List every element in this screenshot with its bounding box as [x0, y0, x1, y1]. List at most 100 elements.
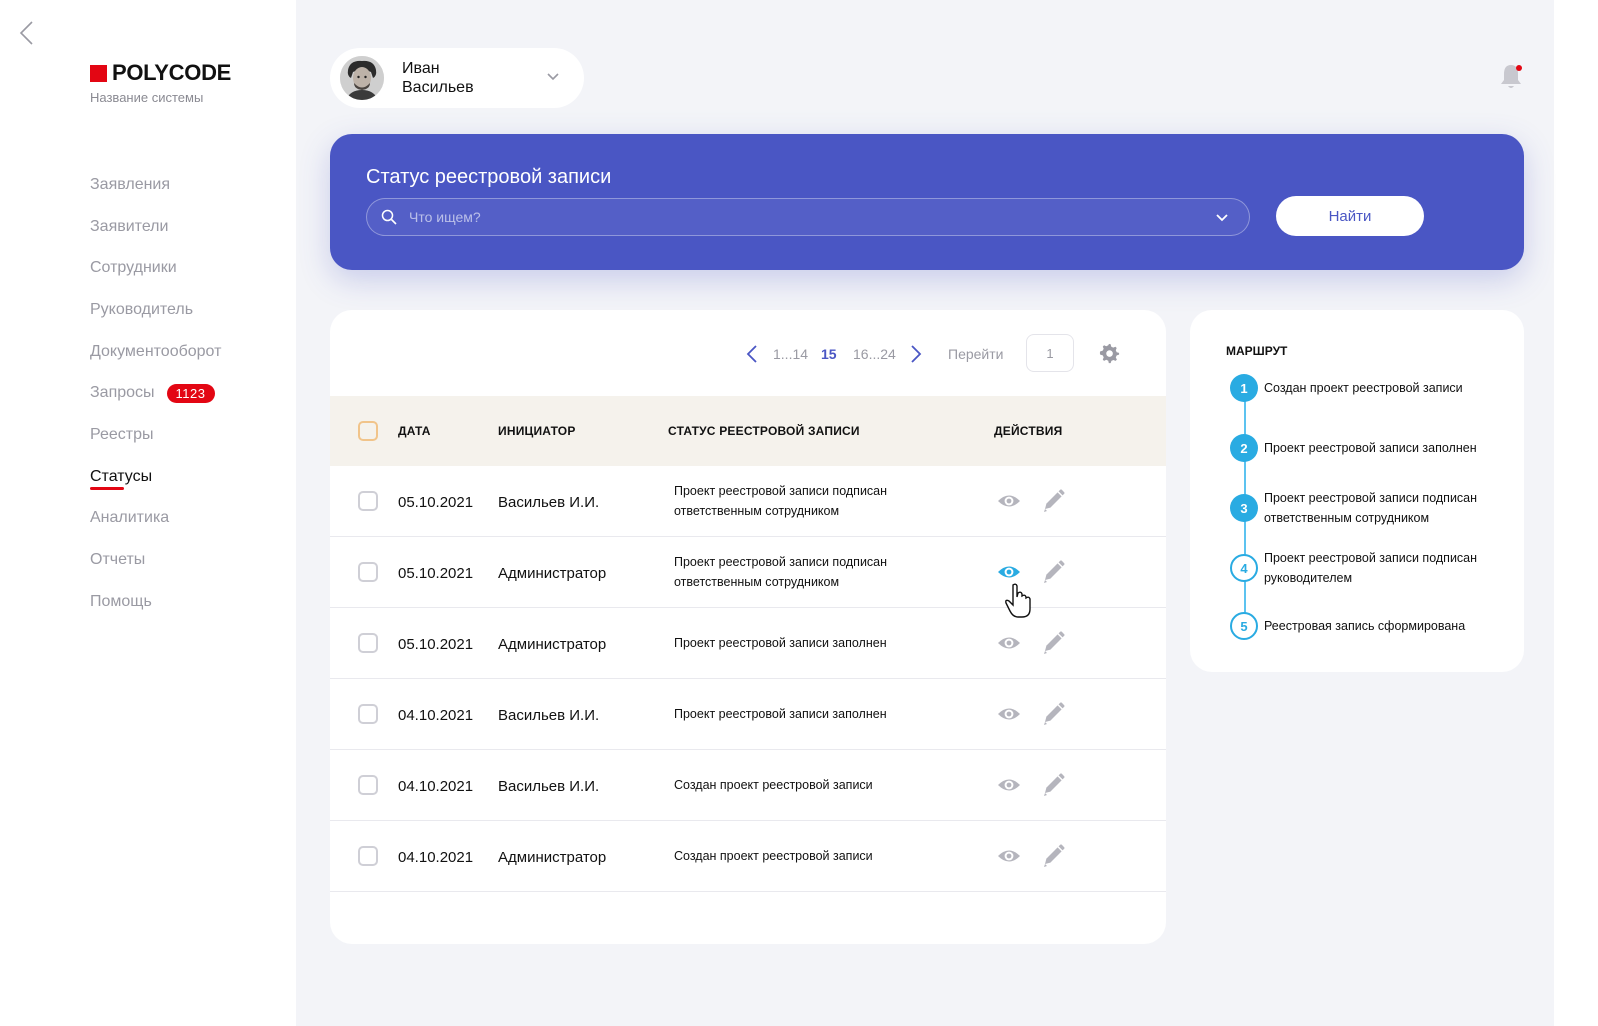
user-first-name: Иван — [402, 60, 440, 77]
pagination: 1...14 15 16...24 Перейти 1 — [330, 334, 1166, 374]
step-number-badge: 5 — [1230, 612, 1258, 640]
step-label: Проект реестровой записи заполнен — [1264, 441, 1477, 455]
step-label: Реестровая запись сформирована — [1264, 619, 1466, 633]
back-arrow-icon[interactable] — [14, 18, 40, 48]
cell-initiator: Администратор — [498, 565, 607, 582]
table-row[interactable]: 04.10.2021 Васильев И.И. Проект реестров… — [330, 679, 1166, 750]
table-row[interactable]: 05.10.2021 Администратор Проект реестров… — [330, 537, 1166, 618]
route-title: МАРШРУТ — [1226, 344, 1288, 358]
cell-status: Проект реестровой записи заполнен — [674, 707, 887, 721]
sidebar-item-label: Заявители — [90, 217, 169, 235]
table-row[interactable]: 05.10.2021 Администратор Проект реестров… — [330, 608, 1166, 679]
sidebar-item[interactable]: Руководитель — [90, 289, 221, 331]
sidebar-item-label: Запросы — [90, 384, 155, 402]
cell-initiator: Васильев И.И. — [498, 494, 600, 511]
table-row[interactable]: 04.10.2021 Администратор Создан проект р… — [330, 821, 1166, 892]
table-row[interactable]: 05.10.2021 Васильев И.И. Проект реестров… — [330, 466, 1166, 537]
cell-initiator: Васильев И.И. — [498, 707, 600, 724]
view-eye-icon[interactable] — [996, 559, 1022, 585]
notification-bell-icon[interactable] — [1498, 62, 1524, 90]
sidebar-item[interactable]: Запросы 1123 — [90, 372, 221, 414]
page-current[interactable]: 15 — [821, 346, 837, 362]
logo-mark — [90, 64, 107, 82]
cell-initiator: Администратор — [498, 636, 607, 653]
view-eye-icon[interactable] — [996, 630, 1022, 656]
step-label: Проект реестровой записи подписан ответс… — [1264, 491, 1478, 525]
user-last-name: Васильев — [402, 79, 474, 96]
cell-date: 04.10.2021 — [398, 849, 474, 866]
sidebar-item[interactable]: Сотрудники — [90, 247, 221, 289]
cell-date: 05.10.2021 — [398, 494, 474, 511]
search-field[interactable] — [366, 198, 1250, 236]
edit-pencil-icon[interactable] — [1040, 488, 1066, 514]
sidebar-item[interactable]: Документооборот — [90, 331, 221, 373]
cell-status: Проект реестровой записи подписан ответс… — [674, 484, 888, 518]
goto-page-input[interactable]: 1 — [1026, 334, 1074, 372]
cell-date: 04.10.2021 — [398, 778, 474, 795]
view-eye-icon[interactable] — [996, 843, 1022, 869]
right-edge — [1554, 0, 1598, 1026]
edit-pencil-icon[interactable] — [1040, 559, 1066, 585]
sidebar-item-label: Аналитика — [90, 509, 170, 527]
sidebar-item[interactable]: Заявители — [90, 206, 221, 248]
step-label: Создан проект реестровой записи — [1264, 381, 1463, 395]
edit-pencil-icon[interactable] — [1040, 772, 1066, 798]
search-icon — [381, 209, 397, 225]
sidebar-item-label: Реестры — [90, 425, 154, 443]
step-number-badge: 2 — [1230, 434, 1258, 462]
cell-initiator: Васильев И.И. — [498, 778, 600, 795]
view-eye-icon[interactable] — [996, 488, 1022, 514]
chevron-down-icon — [547, 73, 559, 81]
column-header-date[interactable]: ДАТА — [398, 424, 431, 438]
logo-text: POLYCODE — [112, 60, 232, 85]
sidebar-item[interactable]: Аналитика — [90, 498, 221, 540]
sidebar-nav: Заявления Заявители Сотрудники Руководитель… — [90, 164, 221, 623]
chevron-right-icon[interactable] — [910, 344, 922, 364]
chevron-left-icon[interactable] — [746, 344, 758, 364]
sidebar-item[interactable]: Статусы — [90, 456, 221, 498]
route-card: МАРШРУТ 1 Создан проект реестровой запис… — [1190, 310, 1524, 672]
row-checkbox[interactable] — [358, 633, 378, 653]
edit-pencil-icon[interactable] — [1040, 630, 1066, 656]
sidebar-item-label: Руководитель — [90, 300, 194, 318]
view-eye-icon[interactable] — [996, 701, 1022, 727]
user-menu[interactable]: Иван Васильев — [330, 48, 584, 108]
edit-pencil-icon[interactable] — [1040, 843, 1066, 869]
find-button[interactable]: Найти — [1276, 196, 1424, 236]
cell-date: 05.10.2021 — [398, 636, 474, 653]
column-header-status[interactable]: СТАТУС РЕЕСТРОВОЙ ЗАПИСИ — [668, 424, 860, 438]
row-checkbox[interactable] — [358, 491, 378, 511]
sidebar-item-label: Сотрудники — [90, 259, 177, 277]
notification-dot — [1516, 65, 1522, 71]
page-range-next[interactable]: 16...24 — [853, 346, 896, 362]
gear-icon[interactable] — [1098, 342, 1120, 364]
row-checkbox[interactable] — [358, 562, 378, 582]
page-range-prev[interactable]: 1...14 — [773, 346, 808, 362]
cell-date: 04.10.2021 — [398, 707, 474, 724]
goto-label: Перейти — [948, 346, 1004, 362]
sidebar-item-label: Помощь — [90, 592, 152, 610]
table-row[interactable]: 04.10.2021 Васильев И.И. Создан проект р… — [330, 750, 1166, 821]
row-checkbox[interactable] — [358, 704, 378, 724]
chevron-down-icon[interactable] — [1215, 211, 1229, 225]
row-checkbox[interactable] — [358, 775, 378, 795]
search-input[interactable] — [409, 209, 1189, 225]
user-avatar — [340, 56, 384, 100]
cell-date: 05.10.2021 — [398, 565, 474, 582]
column-header-actions: ДЕЙСТВИЯ — [994, 424, 1063, 438]
cell-status: Проект реестровой записи заполнен — [674, 636, 887, 650]
sidebar-item[interactable]: Реестры — [90, 414, 221, 456]
sidebar-item[interactable]: Заявления — [90, 164, 221, 206]
user-name: Иван Васильев — [402, 59, 542, 97]
select-all-checkbox[interactable] — [358, 421, 378, 441]
edit-pencil-icon[interactable] — [1040, 701, 1066, 727]
sidebar-item[interactable]: Отчеты — [90, 539, 221, 581]
logo[interactable]: POLYCODE — [90, 60, 231, 86]
view-eye-icon[interactable] — [996, 772, 1022, 798]
search-panel: Статус реестровой записи Найти — [330, 134, 1524, 270]
column-header-initiator[interactable]: ИНИЦИАТОР — [498, 424, 576, 438]
sidebar-item[interactable]: Помощь — [90, 581, 221, 623]
sidebar-item-label: Отчеты — [90, 551, 146, 569]
step-number-badge: 1 — [1230, 374, 1258, 402]
row-checkbox[interactable] — [358, 846, 378, 866]
